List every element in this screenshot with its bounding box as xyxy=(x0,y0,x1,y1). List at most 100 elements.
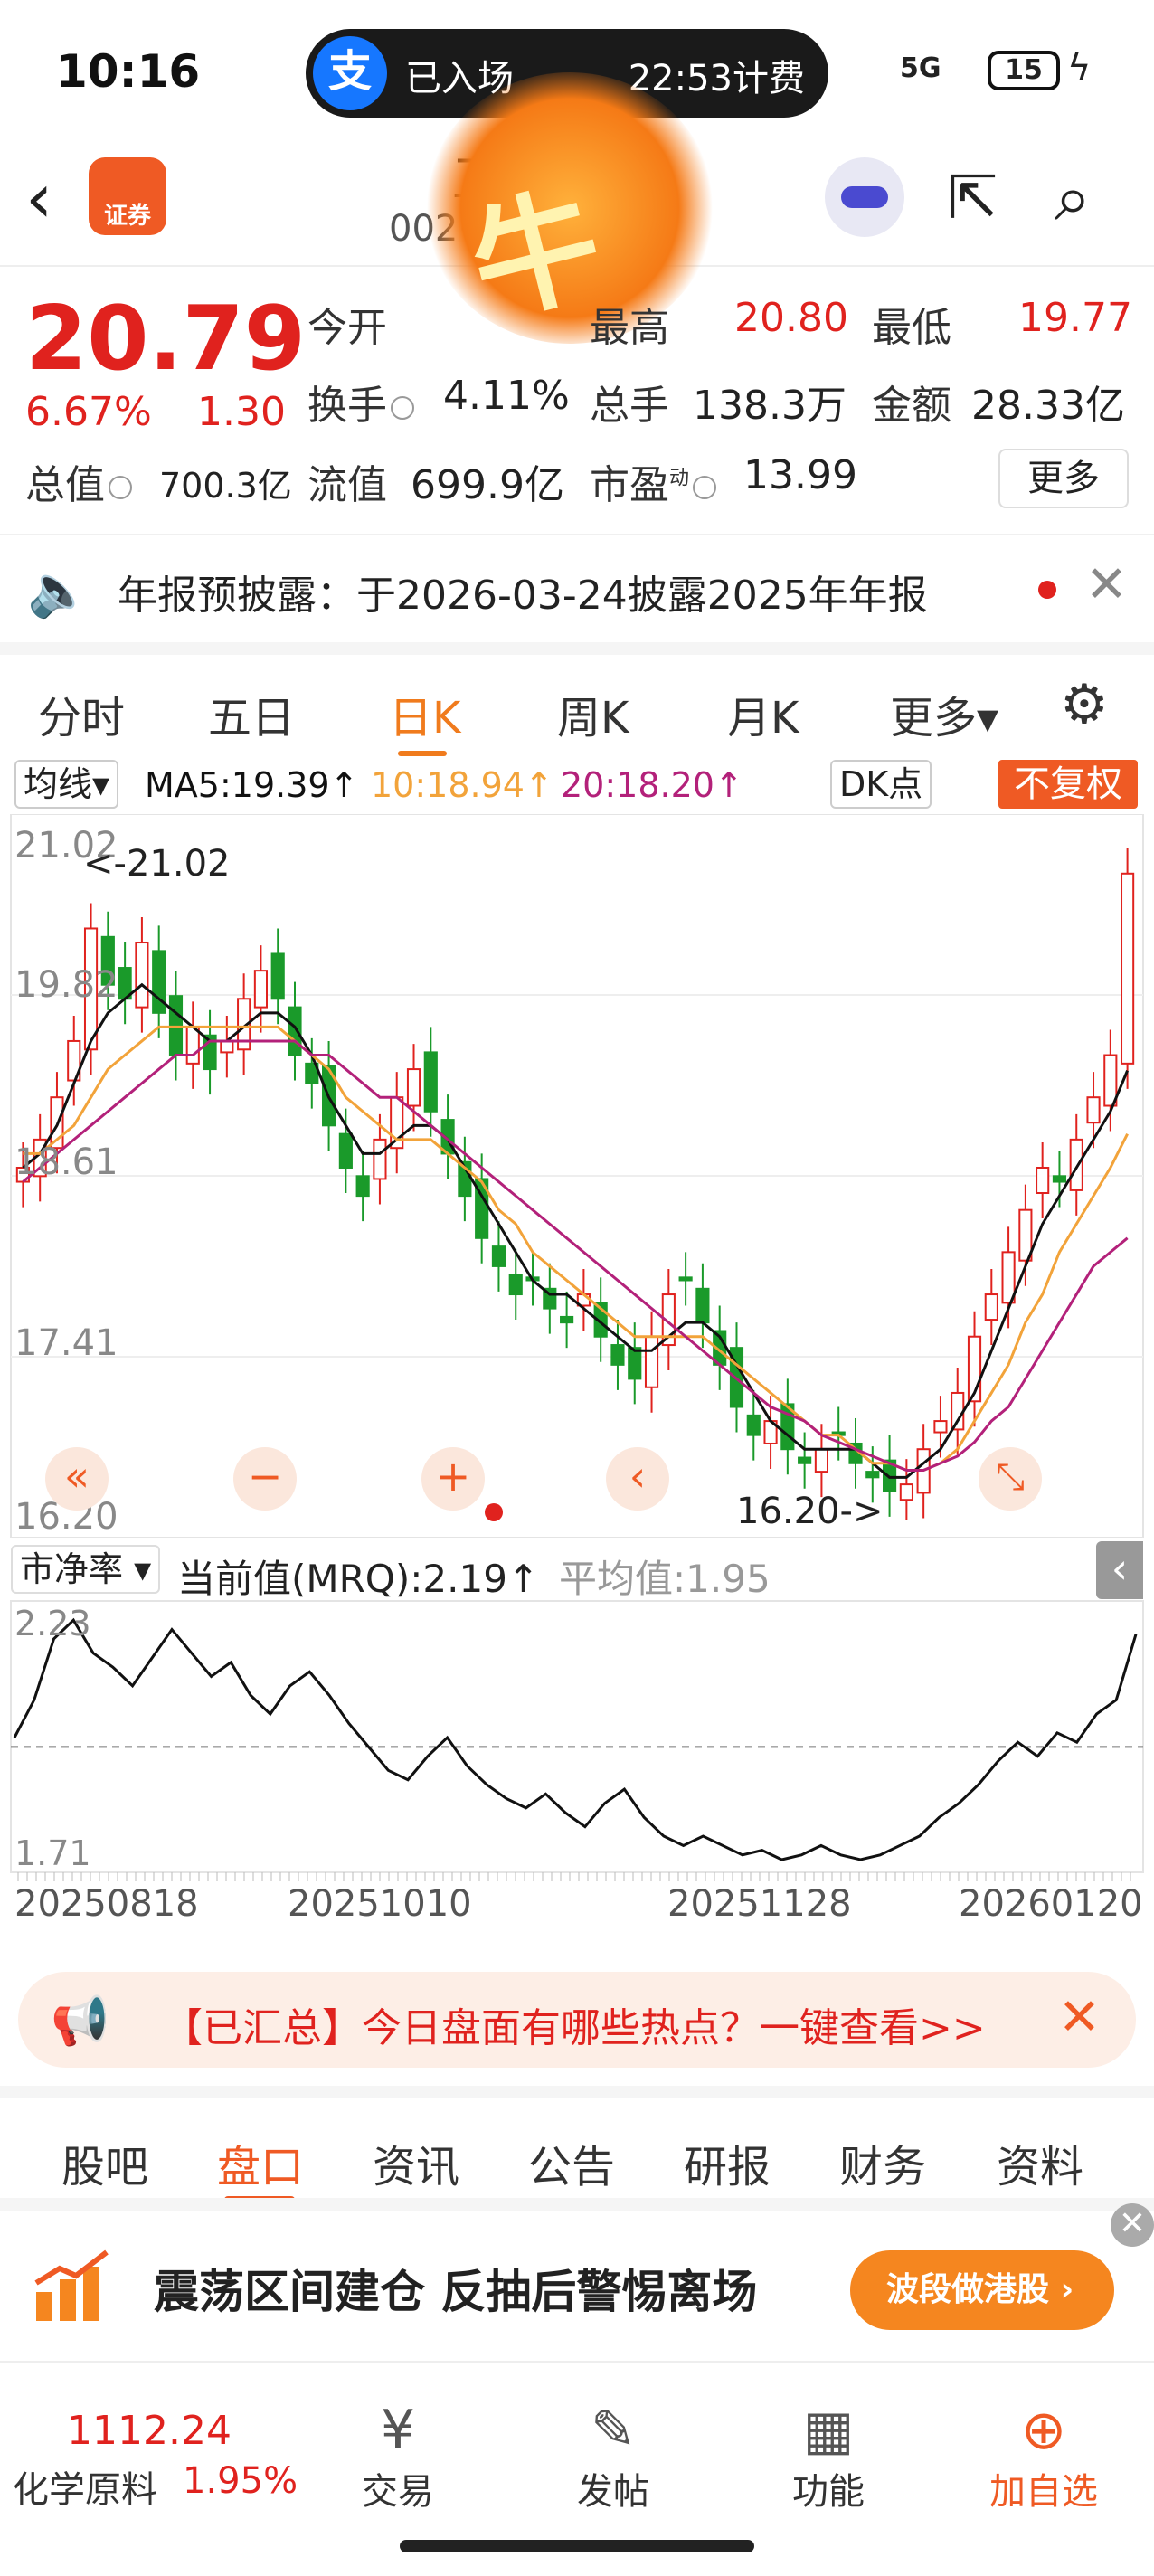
nav-functions[interactable]: ▦ 功能 xyxy=(756,2399,901,2514)
alipay-fee: 22:53计费 xyxy=(628,58,805,99)
mktcap-label: 总值 xyxy=(25,452,132,510)
tab-financials[interactable]: 财务 xyxy=(839,2131,926,2194)
pb-svg: 2.23 1.71 20250818 20251010 20251128 202… xyxy=(10,1600,1144,1925)
pb-current: 当前值(MRQ):2.19↑ xyxy=(177,1557,540,1601)
pb-chart[interactable]: 2.23 1.71 20250818 20251010 20251128 202… xyxy=(0,1597,1154,1959)
share-icon[interactable]: ⇱ xyxy=(948,163,998,232)
candle-body xyxy=(355,1175,370,1198)
close-icon[interactable]: ✕ xyxy=(1111,2203,1154,2247)
candle-body xyxy=(628,1347,642,1380)
candle-body xyxy=(1069,1138,1083,1191)
ai-assistant-icon[interactable] xyxy=(825,157,904,237)
hot-topics-banner[interactable]: 📢 【已汇总】今日盘面有哪些热点？一键查看>> ✕ xyxy=(18,1972,1136,2068)
chart-period-tabs: 分时 五日 日K 周K 月K 更多▾ ⚙ xyxy=(0,642,1154,760)
tab-weekly-k[interactable]: 周K xyxy=(557,682,629,745)
tab-more[interactable]: 更多▾ xyxy=(890,682,998,745)
candle-body xyxy=(814,1448,829,1473)
candle-body xyxy=(746,1414,761,1436)
high-value: 20.80 xyxy=(734,295,848,341)
gear-icon[interactable]: ⚙ xyxy=(1060,673,1109,736)
amount-value: 28.33亿 xyxy=(971,383,1125,429)
candle-body xyxy=(373,1138,387,1180)
candle-body xyxy=(951,1391,965,1431)
high-annotation: <-21.02 xyxy=(83,843,230,885)
zoom-in-button[interactable]: + xyxy=(421,1447,485,1511)
tab-monthly-k[interactable]: 月K xyxy=(727,682,799,745)
nav-add-label: 加自选 xyxy=(989,2471,1098,2513)
back-icon[interactable]: ‹ xyxy=(25,157,52,238)
nav-post[interactable]: ✎ 发帖 xyxy=(541,2399,686,2514)
nav-trade[interactable]: ¥ 交易 xyxy=(326,2399,470,2514)
indicator-selector[interactable]: 均线▾ xyxy=(14,760,119,809)
change-amount: 1.30 xyxy=(197,389,286,435)
promo-button[interactable]: 波段做港股 › xyxy=(850,2250,1114,2330)
candle-body xyxy=(610,1344,625,1366)
sector-name[interactable]: 化学原料 xyxy=(13,2460,157,2513)
volume-value: 138.3万 xyxy=(693,383,847,429)
k-line-chart[interactable]: 21.02 19.82 18.61 17.41 16.20 <-21.02 16… xyxy=(0,813,1154,1539)
candle-body xyxy=(135,942,149,1009)
promo-text: 震荡区间建仓 反抽后警惕离场 xyxy=(154,2266,758,2318)
step-back-button[interactable]: ‹ xyxy=(606,1447,669,1511)
tab-daily-k[interactable]: 日K xyxy=(389,682,460,745)
nav-post-label: 发帖 xyxy=(577,2471,649,2513)
pe-value: 13.99 xyxy=(743,452,857,498)
pe-label: 市盈动 xyxy=(590,452,717,510)
date-label-1: 20250818 xyxy=(14,1883,199,1925)
tab-news[interactable]: 资讯 xyxy=(373,2131,459,2194)
chart-up-icon xyxy=(34,2249,109,2321)
sector-index-value[interactable]: 1112.24 xyxy=(67,2408,232,2454)
no-adjust-button[interactable]: 不复权 xyxy=(998,760,1138,809)
ma10-value: 10:18.94↑ xyxy=(371,765,553,805)
dk-point-button[interactable]: DK点 xyxy=(830,760,932,809)
battery-icon: 15 xyxy=(988,51,1060,90)
fullscreen-button[interactable]: ⤡ xyxy=(979,1447,1042,1511)
speaker-icon: 🔈 xyxy=(27,562,90,620)
tab-research[interactable]: 研报 xyxy=(684,2131,771,2194)
candle-body xyxy=(984,1293,998,1321)
unread-dot xyxy=(1038,581,1056,599)
y-label-3: 18.61 xyxy=(14,1141,118,1183)
notice-text: 年报预披露：于2026-03-24披露2025年年报 xyxy=(118,573,928,619)
detail-tabs: 股吧 盘口 资讯 公告 研报 财务 资料 xyxy=(0,2086,1154,2203)
tab-guba[interactable]: 股吧 xyxy=(61,2131,148,2194)
promo-banner[interactable]: 震荡区间建仓 反抽后警惕离场 波段做港股 › ✕ xyxy=(0,2198,1154,2348)
ma20-value: 20:18.20↑ xyxy=(561,765,743,805)
candle-body xyxy=(1121,872,1135,1065)
collapse-icon[interactable]: ‹ xyxy=(1096,1541,1143,1599)
scroll-left-button[interactable]: « xyxy=(45,1447,109,1511)
candle-body xyxy=(899,1483,913,1501)
home-indicator[interactable] xyxy=(400,2540,754,2552)
search-icon[interactable]: ⌕ xyxy=(1055,159,1091,237)
tab-five-day[interactable]: 五日 xyxy=(208,682,295,745)
nav-functions-label: 功能 xyxy=(792,2471,865,2513)
pb-line xyxy=(13,1617,1138,1861)
more-button[interactable]: 更多 xyxy=(998,449,1129,508)
tab-profile[interactable]: 资料 xyxy=(997,2131,1083,2194)
candle-body xyxy=(866,1471,880,1479)
pb-selector[interactable]: 市净率 ▾ xyxy=(11,1545,161,1594)
y-label-4: 17.41 xyxy=(14,1322,118,1364)
close-icon[interactable]: ✕ xyxy=(1058,1988,1101,2047)
low-value: 19.77 xyxy=(1018,295,1132,341)
tab-pankou[interactable]: 盘口 xyxy=(217,2131,304,2194)
volume-label: 总手 xyxy=(590,383,669,429)
amount-label: 金额 xyxy=(872,383,951,429)
date-label-2: 20251010 xyxy=(288,1883,472,1925)
nav-add-watchlist[interactable]: ⊕ 加自选 xyxy=(971,2399,1116,2514)
tab-announcements[interactable]: 公告 xyxy=(528,2131,615,2194)
megaphone-icon: 📢 xyxy=(51,1994,109,2049)
mktcap-value: 700.3亿 xyxy=(159,466,292,506)
securities-logo[interactable]: 证券 xyxy=(89,157,166,235)
pb-header: 市净率 ▾ 当前值(MRQ):2.19↑ 平均值:1.95 ‹ xyxy=(0,1538,1154,1601)
y-label-2: 19.82 xyxy=(14,964,118,1006)
close-icon[interactable]: ✕ xyxy=(1085,555,1128,614)
tab-intraday[interactable]: 分时 xyxy=(38,682,125,745)
zoom-out-button[interactable]: − xyxy=(233,1447,297,1511)
annual-report-notice[interactable]: 🔈 年报预披露：于2026-03-24披露2025年年报 ✕ xyxy=(0,534,1154,642)
pb-average: 平均值:1.95 xyxy=(559,1557,771,1601)
nav-trade-label: 交易 xyxy=(362,2471,434,2513)
clock: 10:16 xyxy=(56,45,201,98)
candle-body xyxy=(798,1456,812,1464)
charging-icon: ϟ xyxy=(1067,47,1092,89)
